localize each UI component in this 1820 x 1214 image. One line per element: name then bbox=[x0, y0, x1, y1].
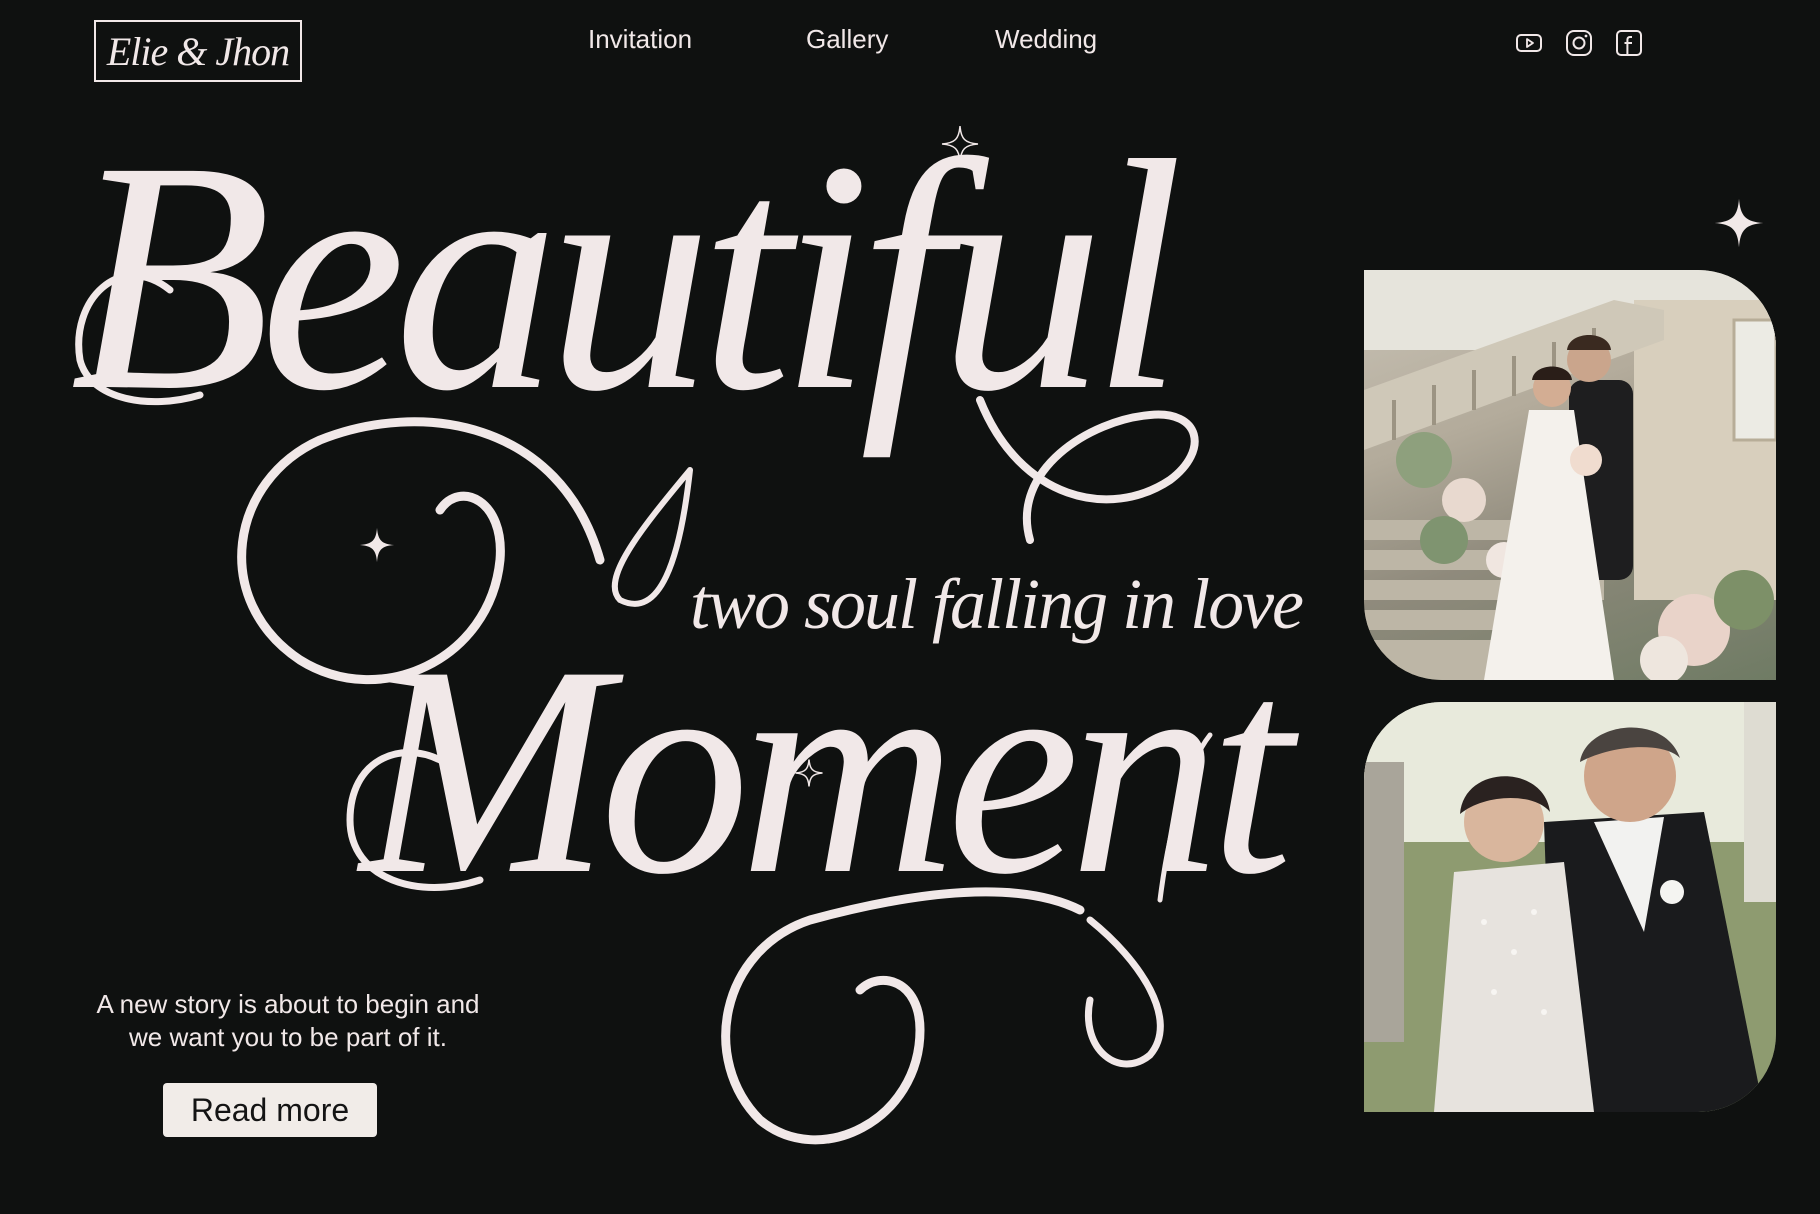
read-more-button[interactable]: Read more bbox=[163, 1083, 377, 1137]
sparkle-icon bbox=[941, 125, 979, 163]
intro-line-2: we want you to be part of it. bbox=[129, 1022, 447, 1052]
hero-word-beautiful: Beautiful bbox=[70, 94, 1184, 459]
sparkle-icon bbox=[1714, 198, 1764, 248]
couple-photo-portrait bbox=[1364, 702, 1776, 1112]
intro-text: A new story is about to begin and we wan… bbox=[70, 988, 506, 1054]
sparkle-icon bbox=[359, 527, 395, 563]
wedding-landing-page: Elie & Jhon Invitation Gallery Wedding B… bbox=[0, 0, 1820, 1214]
intro-line-1: A new story is about to begin and bbox=[96, 989, 480, 1019]
couple-photo-stairs bbox=[1364, 270, 1776, 680]
sparkle-icon bbox=[795, 759, 823, 787]
